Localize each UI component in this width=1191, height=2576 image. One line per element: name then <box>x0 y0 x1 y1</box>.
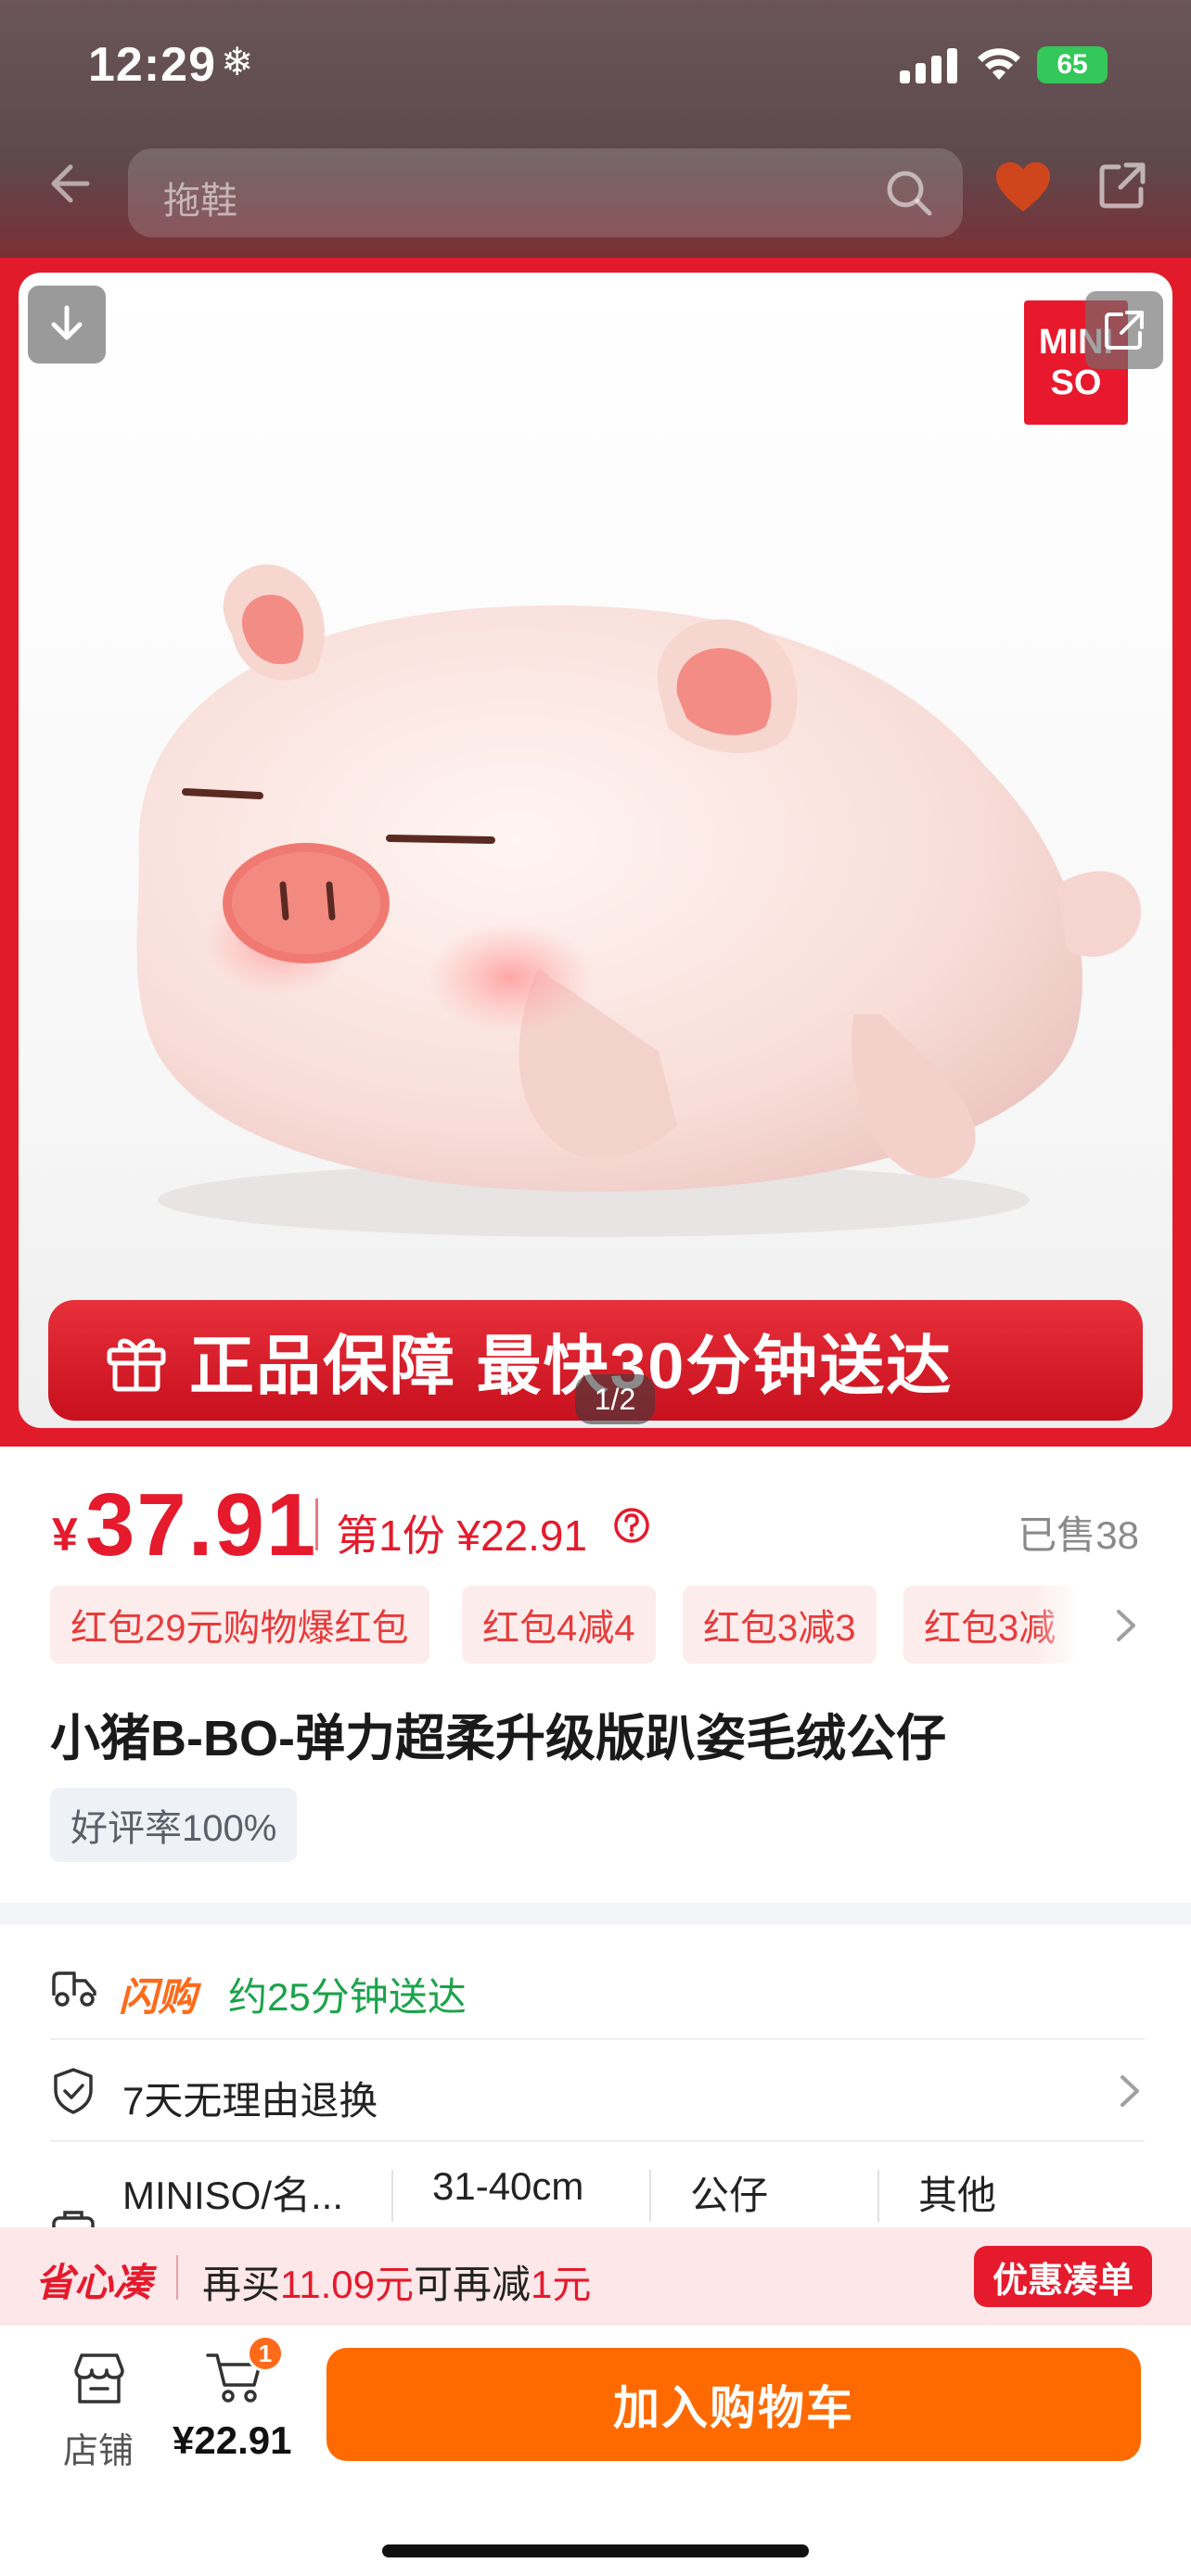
store-label[interactable]: 店铺 <box>63 2422 134 2473</box>
spec-brand: MINISO/名... <box>122 2174 344 2217</box>
product-image-carousel[interactable]: MINI SO 正品保障 最快30分钟送达 1/2 <box>0 258 1191 1447</box>
gift-icon <box>107 1338 166 1392</box>
external-link-icon <box>1105 311 1144 350</box>
store-icon[interactable] <box>69 2348 130 2409</box>
search-placeholder: 拖鞋 <box>163 181 237 222</box>
return-policy-row[interactable]: 7天无理由退换 <box>50 2040 1145 2142</box>
status-time: 12:29 <box>88 38 216 92</box>
flash-purchase-label: 闪购 <box>119 1975 198 2019</box>
search-icon[interactable] <box>883 167 935 219</box>
sold-count: 已售38 <box>1018 1513 1139 1557</box>
product-title: 小猪B-BO-弹力超柔升级版趴姿毛绒公仔 <box>50 1711 946 1766</box>
image-page-indicator: 1/2 <box>575 1374 655 1424</box>
home-indicator <box>382 2544 809 2557</box>
spec-type: 公仔 <box>690 2174 769 2217</box>
search-input[interactable]: 拖鞋 <box>128 148 963 237</box>
pig-plush-image <box>136 564 1141 1237</box>
coupon-item[interactable]: 红包3减3 <box>683 1586 877 1664</box>
bottom-action-bar: 店铺 1 ¥22.91 加入购物车 <box>0 2326 1191 2576</box>
chevron-right-icon <box>1121 2075 1139 2107</box>
currency-symbol: ¥ <box>52 1509 78 1561</box>
delivery-eta: 约25分钟送达 <box>228 1975 467 2019</box>
shield-check-icon <box>54 2068 93 2114</box>
price-divider <box>315 1498 318 1550</box>
snowflake-icon: ❄ <box>221 40 254 83</box>
chevron-right-icon[interactable] <box>1109 1606 1143 1645</box>
price-row: ¥ 37.91 第1份 ¥22.91 已售38 <box>0 1465 1191 1575</box>
current-price: 37.91 <box>85 1475 318 1575</box>
wifi-icon <box>978 48 1020 80</box>
rating-badge: 好评率100% <box>50 1788 298 1862</box>
coupon-item[interactable]: 红包29元购物爆红包 <box>50 1586 429 1664</box>
question-icon[interactable] <box>612 1506 651 1545</box>
cart-total: ¥22.91 <box>173 2418 292 2462</box>
top-nav: 拖鞋 <box>0 139 1191 241</box>
add-to-cart-button[interactable]: 加入购物车 <box>327 2348 1141 2461</box>
return-policy-text: 7天无理由退换 <box>122 2079 378 2123</box>
heart-icon[interactable] <box>992 158 1054 219</box>
expand-button[interactable] <box>1085 291 1163 369</box>
battery-indicator: 65 <box>1037 46 1108 83</box>
bundle-deal-button[interactable]: 优惠凑单 <box>974 2246 1152 2307</box>
coupon-list[interactable]: 红包29元购物爆红包 红包4减4 红包3减3 红包3减 <box>50 1586 1154 1665</box>
banner-text: 正品保障 最快30分钟送达 <box>189 1329 954 1402</box>
spec-row[interactable]: MINISO/名... 31-40cm 公仔 其他 <box>50 2142 1145 2235</box>
status-bar: 12:29 ❄ 65 <box>0 0 1191 130</box>
savings-message: 再买11.09元可再减1元 <box>202 2263 592 2306</box>
delivery-scooter-icon <box>52 1971 96 2007</box>
bundle-savings-bar[interactable]: 省心凑 再买11.09元可再减1元 优惠凑单 <box>0 2227 1191 2326</box>
savings-logo: 省心凑 <box>35 2261 153 2304</box>
share-icon[interactable] <box>1095 158 1150 213</box>
spec-other: 其他 <box>918 2174 997 2217</box>
cart-count-badge: 1 <box>247 2335 284 2372</box>
section-divider <box>0 1903 1191 1925</box>
first-item-price: 第1份 ¥22.91 <box>336 1511 588 1560</box>
cellular-signal-icon <box>900 46 957 83</box>
download-icon <box>51 305 83 340</box>
spec-size: 31-40cm <box>432 2164 584 2208</box>
delivery-row[interactable]: 闪购 约25分钟送达 <box>50 1938 1145 2040</box>
download-button[interactable] <box>28 286 106 363</box>
back-arrow-icon[interactable] <box>39 156 95 211</box>
coupon-item[interactable]: 红包4减4 <box>462 1586 656 1664</box>
product-image-frame: MINI SO 正品保障 最快30分钟送达 1/2 <box>19 273 1172 1428</box>
